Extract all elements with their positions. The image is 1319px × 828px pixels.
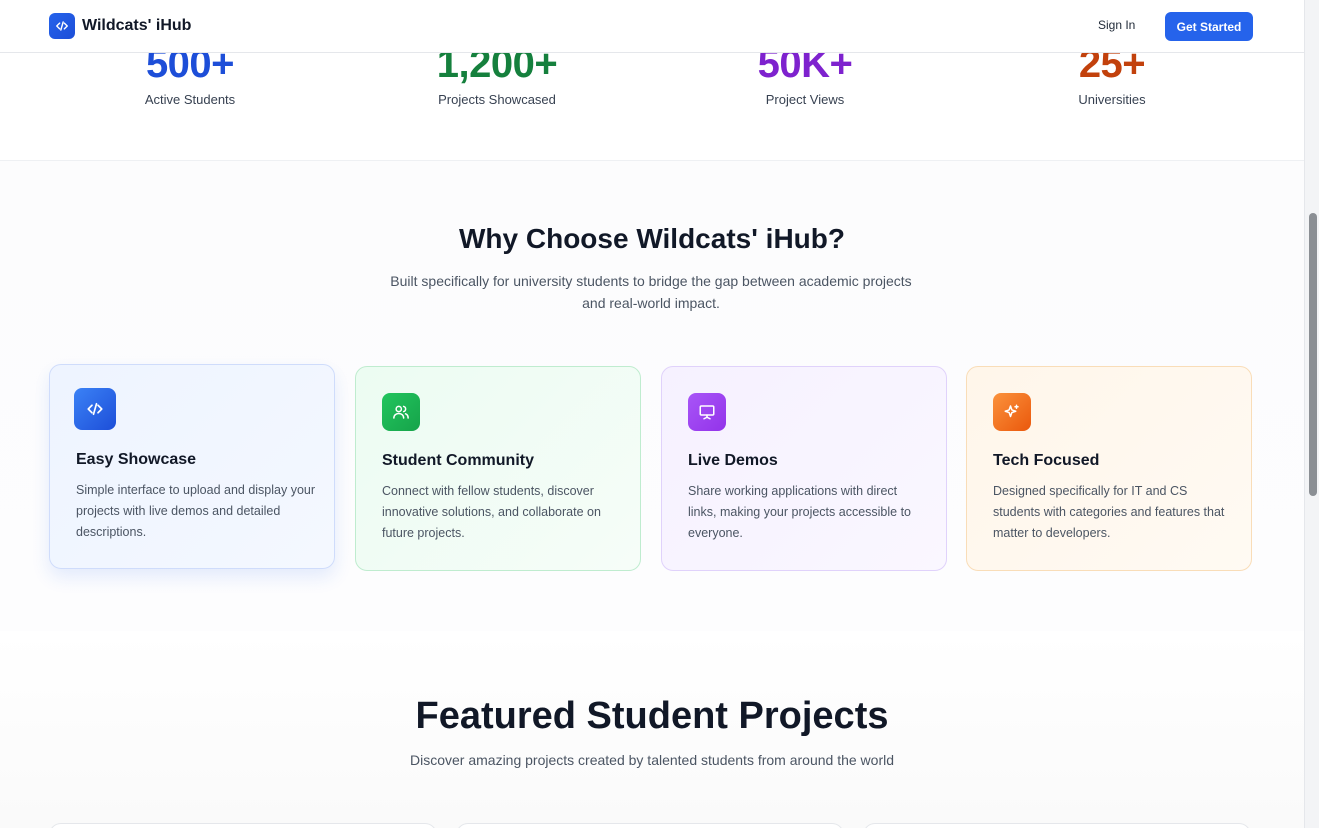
code-icon <box>74 388 116 430</box>
card-description: Connect with fellow students, discover i… <box>382 484 601 540</box>
card-description: Share working applications with direct l… <box>688 484 912 540</box>
feature-card-live-demos[interactable]: Live Demos Share working applications wi… <box>661 366 947 571</box>
project-card[interactable] <box>863 823 1251 828</box>
card-title: Live Demos <box>688 452 778 469</box>
top-navbar: Wildcats' iHub Sign In Get Started <box>0 0 1304 53</box>
card-title: Student Community <box>382 452 534 469</box>
get-started-button[interactable]: Get Started <box>1165 12 1253 41</box>
scrollbar-thumb[interactable] <box>1309 213 1317 496</box>
feature-card-tech-focused[interactable]: Tech Focused Designed specifically for I… <box>966 366 1252 571</box>
stat-label: Universities <box>1078 92 1146 107</box>
sparkles-icon <box>993 393 1031 431</box>
why-choose-section: Why Choose Wildcats' iHub? Built specifi… <box>0 161 1304 631</box>
presentation-icon <box>688 393 726 431</box>
section-subtitle: Discover amazing projects created by tal… <box>409 752 895 768</box>
page: 500+ Active Students 1,200+ Projects Sho… <box>0 0 1304 828</box>
code-icon <box>49 13 75 39</box>
users-icon <box>382 393 420 431</box>
project-card[interactable] <box>49 823 437 828</box>
card-title: Easy Showcase <box>76 451 197 468</box>
section-title: Why Choose Wildcats' iHub? <box>459 223 845 254</box>
stat-label: Active Students <box>144 92 236 107</box>
logo-text: Wildcats' iHub <box>82 17 192 34</box>
card-description: Simple interface to upload and display y… <box>76 483 316 539</box>
logo-link[interactable]: Wildcats' iHub <box>49 13 191 39</box>
card-description: Designed specifically for IT and CS stud… <box>993 484 1225 540</box>
sign-in-button[interactable]: Sign In <box>1098 18 1135 32</box>
feature-card-student-community[interactable]: Student Community Connect with fellow st… <box>355 366 641 571</box>
vertical-scrollbar[interactable] <box>1304 0 1319 828</box>
feature-card-easy-showcase[interactable]: Easy Showcase Simple interface to upload… <box>49 364 335 569</box>
section-title: Featured Student Projects <box>415 695 889 737</box>
card-title: Tech Focused <box>993 452 1100 469</box>
stat-label: Project Views <box>765 92 845 107</box>
project-card[interactable] <box>456 823 844 828</box>
section-subtitle: Built specifically for university studen… <box>390 273 912 311</box>
stat-label: Projects Showcased <box>438 92 556 107</box>
featured-projects-section: Featured Student Projects Discover amazi… <box>0 631 1304 828</box>
